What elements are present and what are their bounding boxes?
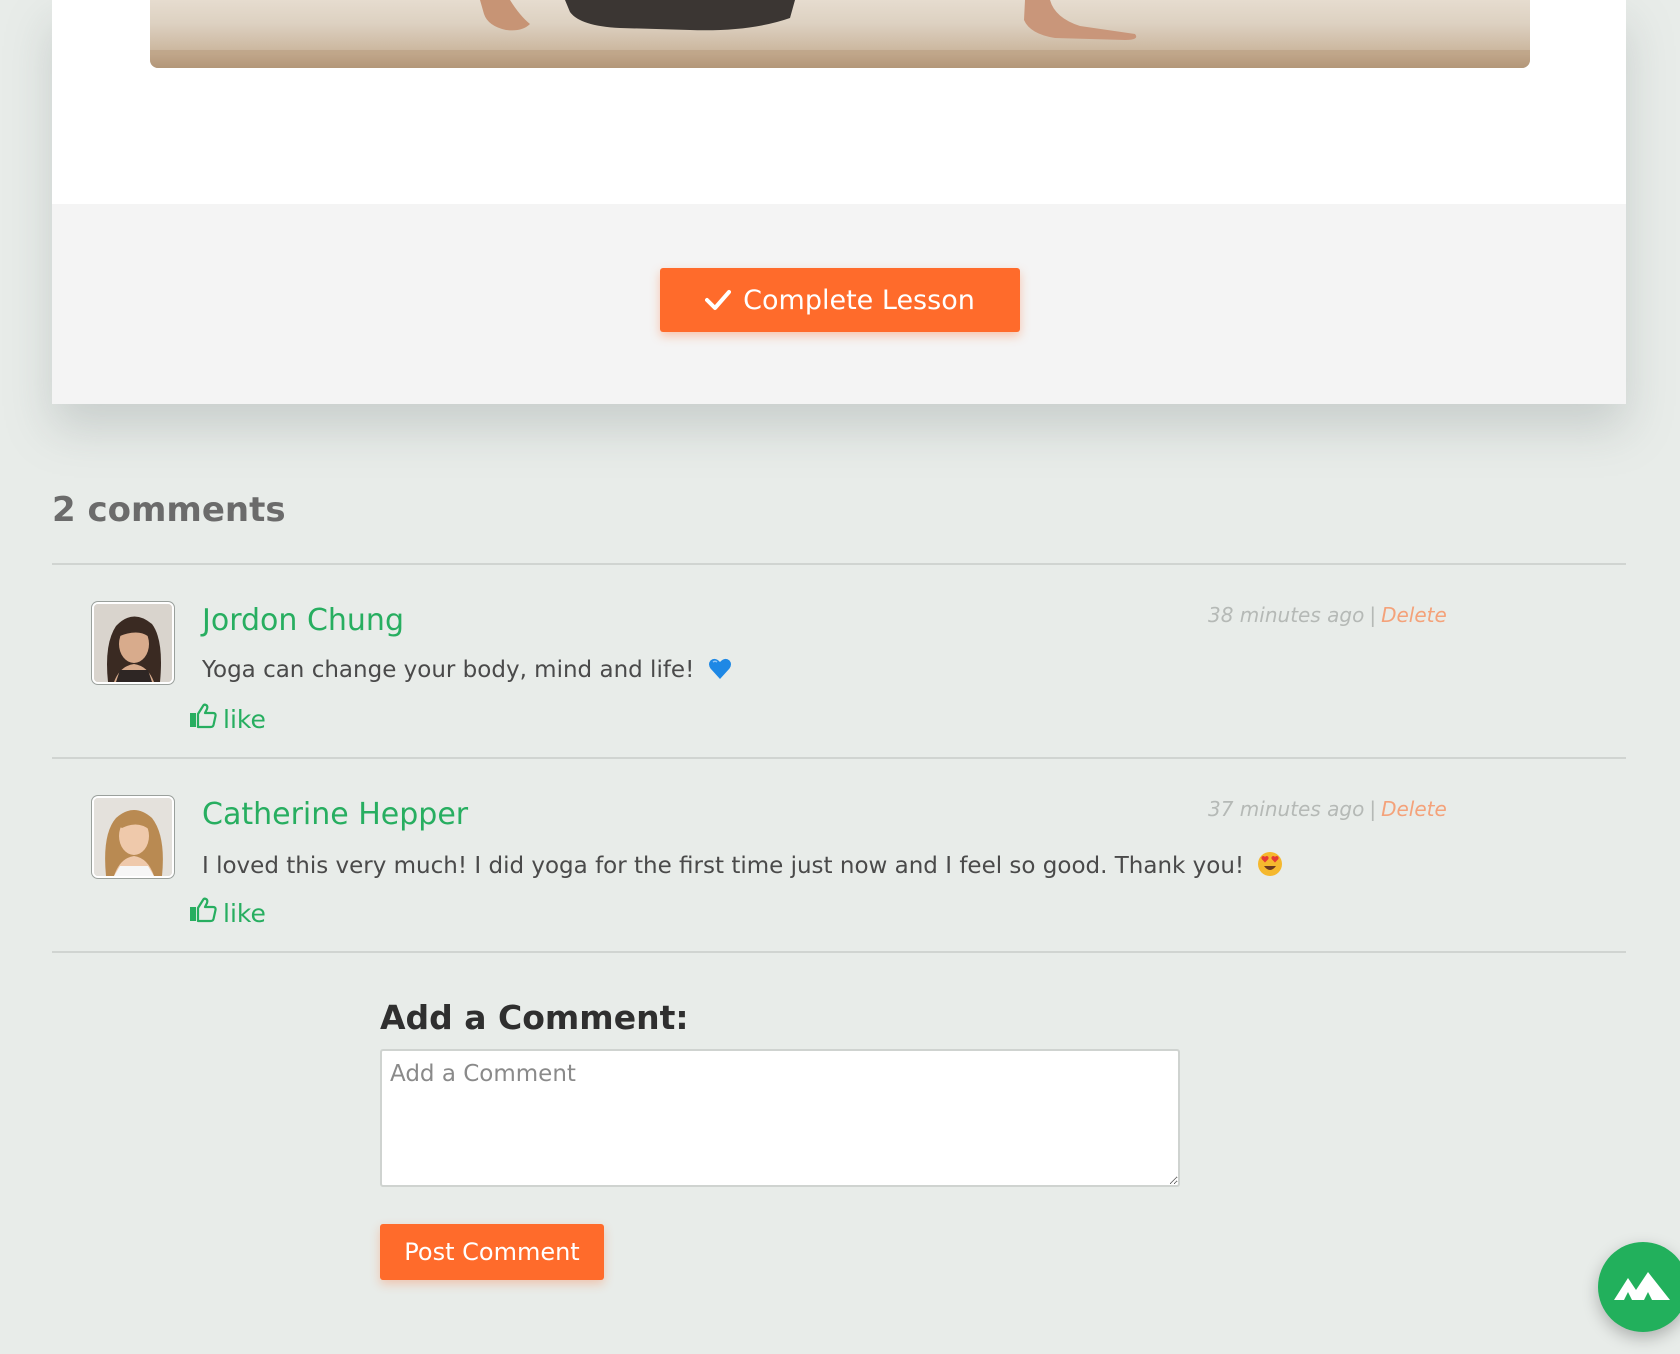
page: Complete Lesson 2 comments Jordon Chung … bbox=[0, 0, 1680, 1354]
delete-comment-link[interactable]: Delete bbox=[1381, 603, 1447, 627]
thumbs-up-icon bbox=[189, 703, 217, 735]
post-comment-button[interactable]: Post Comment bbox=[380, 1224, 604, 1280]
like-button[interactable]: like bbox=[189, 703, 266, 735]
complete-lesson-label: Complete Lesson bbox=[743, 284, 975, 316]
lesson-image bbox=[150, 0, 1530, 68]
complete-lesson-button[interactable]: Complete Lesson bbox=[660, 268, 1020, 332]
comment-author-link[interactable]: Jordon Chung bbox=[202, 603, 404, 638]
meta-separator: | bbox=[1369, 797, 1377, 821]
comment-timestamp: 37 minutes ago bbox=[1208, 797, 1365, 821]
comment-meta: 37 minutes ago | Delete bbox=[1208, 797, 1447, 821]
comment-timestamp: 38 minutes ago bbox=[1208, 603, 1365, 627]
comment-body: Yoga can change your body, mind and life… bbox=[202, 657, 732, 687]
comment-text: Yoga can change your body, mind and life… bbox=[202, 657, 695, 683]
comment-text: I loved this very much! I did yoga for t… bbox=[202, 853, 1245, 879]
add-comment-label: Add a Comment: bbox=[380, 998, 689, 1037]
floating-action-button[interactable] bbox=[1598, 1242, 1680, 1332]
lesson-footer: Complete Lesson bbox=[52, 204, 1626, 404]
avatar[interactable] bbox=[92, 796, 174, 878]
thumbs-up-icon bbox=[189, 897, 217, 929]
like-button[interactable]: like bbox=[189, 897, 266, 929]
checkmark-icon bbox=[705, 289, 732, 311]
blue-heart-icon bbox=[708, 657, 732, 687]
comment-meta: 38 minutes ago | Delete bbox=[1208, 603, 1447, 627]
heart-eyes-icon bbox=[1257, 851, 1283, 883]
comment-textarea[interactable] bbox=[380, 1049, 1180, 1187]
comment-item: Jordon Chung 38 minutes ago | Delete Yoga … bbox=[52, 565, 1626, 757]
like-label: like bbox=[223, 704, 266, 734]
like-label: like bbox=[223, 898, 266, 928]
delete-comment-link[interactable]: Delete bbox=[1381, 797, 1447, 821]
comment-body: I loved this very much! I did yoga for t… bbox=[202, 851, 1283, 883]
comment-item: Catherine Hepper 37 minutes ago | Delete I… bbox=[52, 759, 1626, 951]
lesson-card: Complete Lesson bbox=[52, 0, 1626, 404]
meta-separator: | bbox=[1369, 603, 1377, 627]
avatar[interactable] bbox=[92, 602, 174, 684]
comments-count-heading: 2 comments bbox=[52, 490, 286, 530]
divider bbox=[52, 951, 1626, 953]
comment-author-link[interactable]: Catherine Hepper bbox=[202, 797, 468, 832]
